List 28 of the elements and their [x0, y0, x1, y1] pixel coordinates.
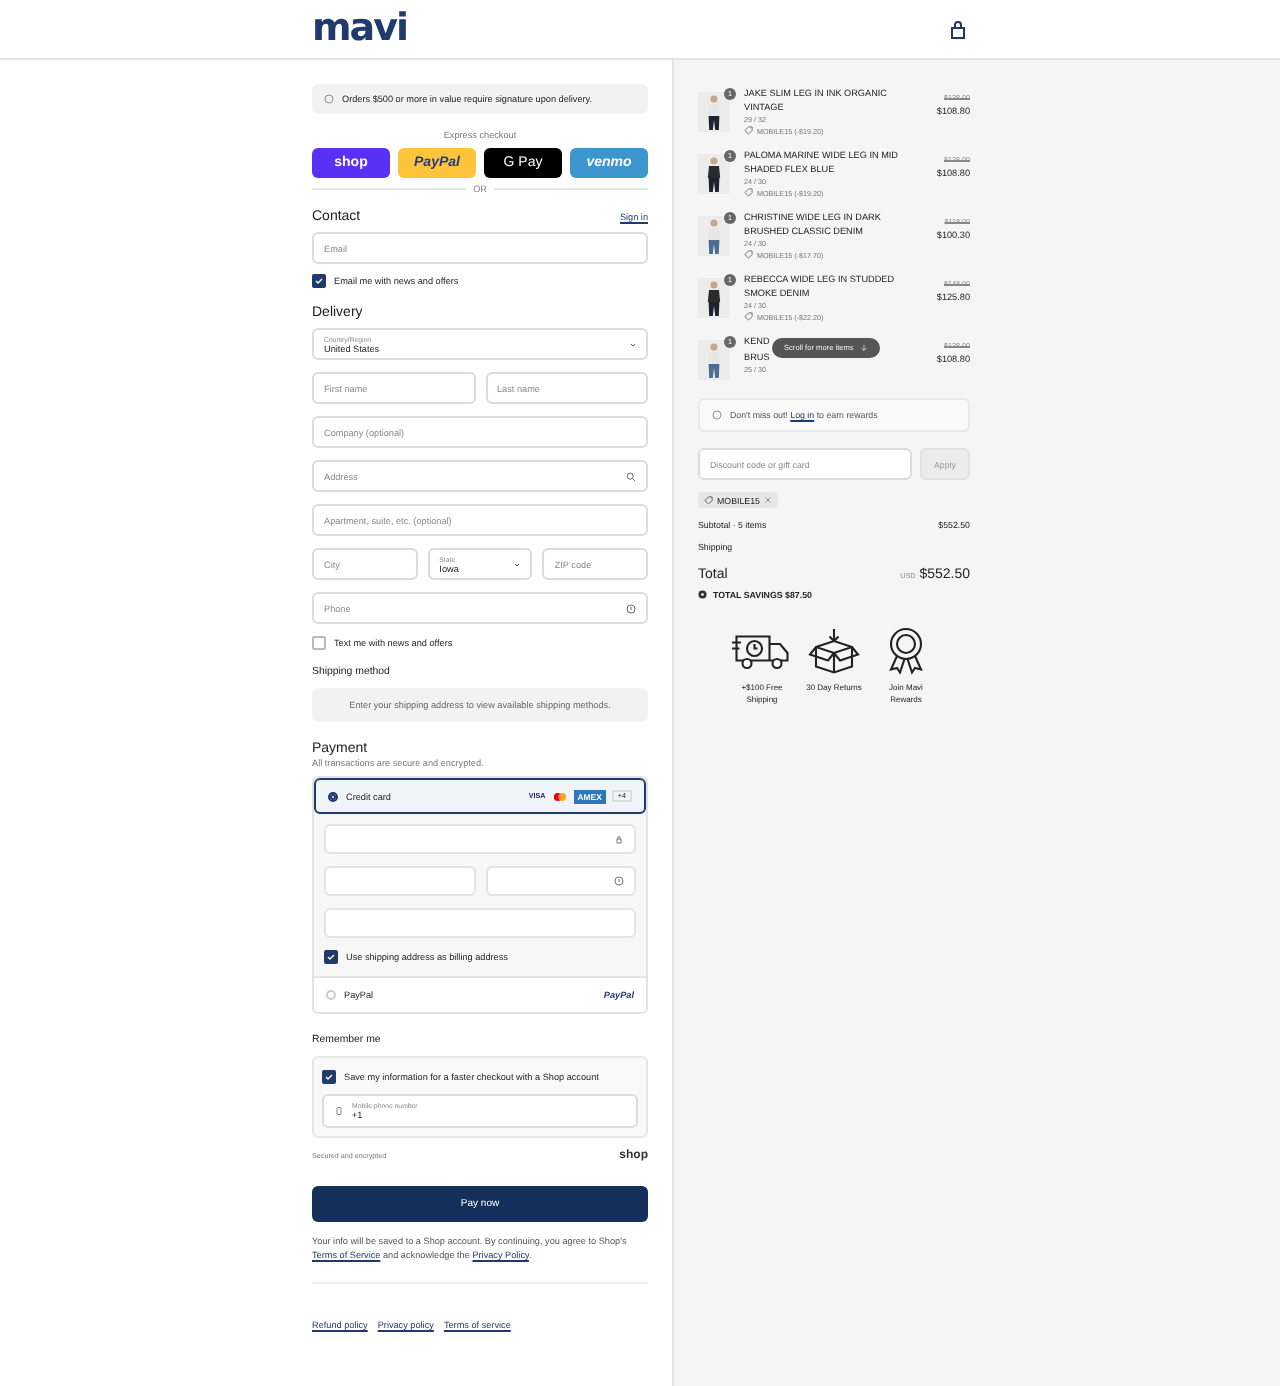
tag-icon — [704, 495, 713, 505]
lock-icon — [614, 834, 624, 844]
checkbox[interactable] — [324, 950, 338, 964]
help-icon[interactable] — [626, 603, 636, 613]
name-on-card-field[interactable] — [324, 908, 636, 938]
mavi-logo[interactable]: mavi — [312, 10, 408, 48]
tag-icon — [744, 126, 753, 136]
tag-icon — [744, 312, 753, 322]
tag-icon — [744, 250, 753, 260]
box-icon — [804, 624, 864, 676]
help-icon — [614, 876, 624, 886]
checkbox[interactable] — [322, 1070, 336, 1084]
info-icon — [324, 94, 334, 104]
down-arrow-icon — [859, 344, 868, 352]
checkbox[interactable] — [312, 274, 326, 288]
search-icon — [626, 471, 636, 481]
bag-icon[interactable] — [948, 19, 968, 39]
info-icon — [712, 410, 722, 420]
checkbox[interactable] — [312, 636, 326, 650]
mastercard-logo — [551, 791, 568, 801]
radio-button[interactable] — [328, 791, 338, 801]
security-code-field[interactable] — [485, 866, 636, 896]
phone-icon — [334, 1106, 344, 1116]
savings-icon — [698, 590, 707, 600]
close-icon[interactable] — [763, 496, 772, 504]
tag-icon — [744, 188, 753, 198]
card-number-field[interactable] — [324, 824, 636, 854]
expiration-date-field[interactable] — [324, 866, 475, 896]
